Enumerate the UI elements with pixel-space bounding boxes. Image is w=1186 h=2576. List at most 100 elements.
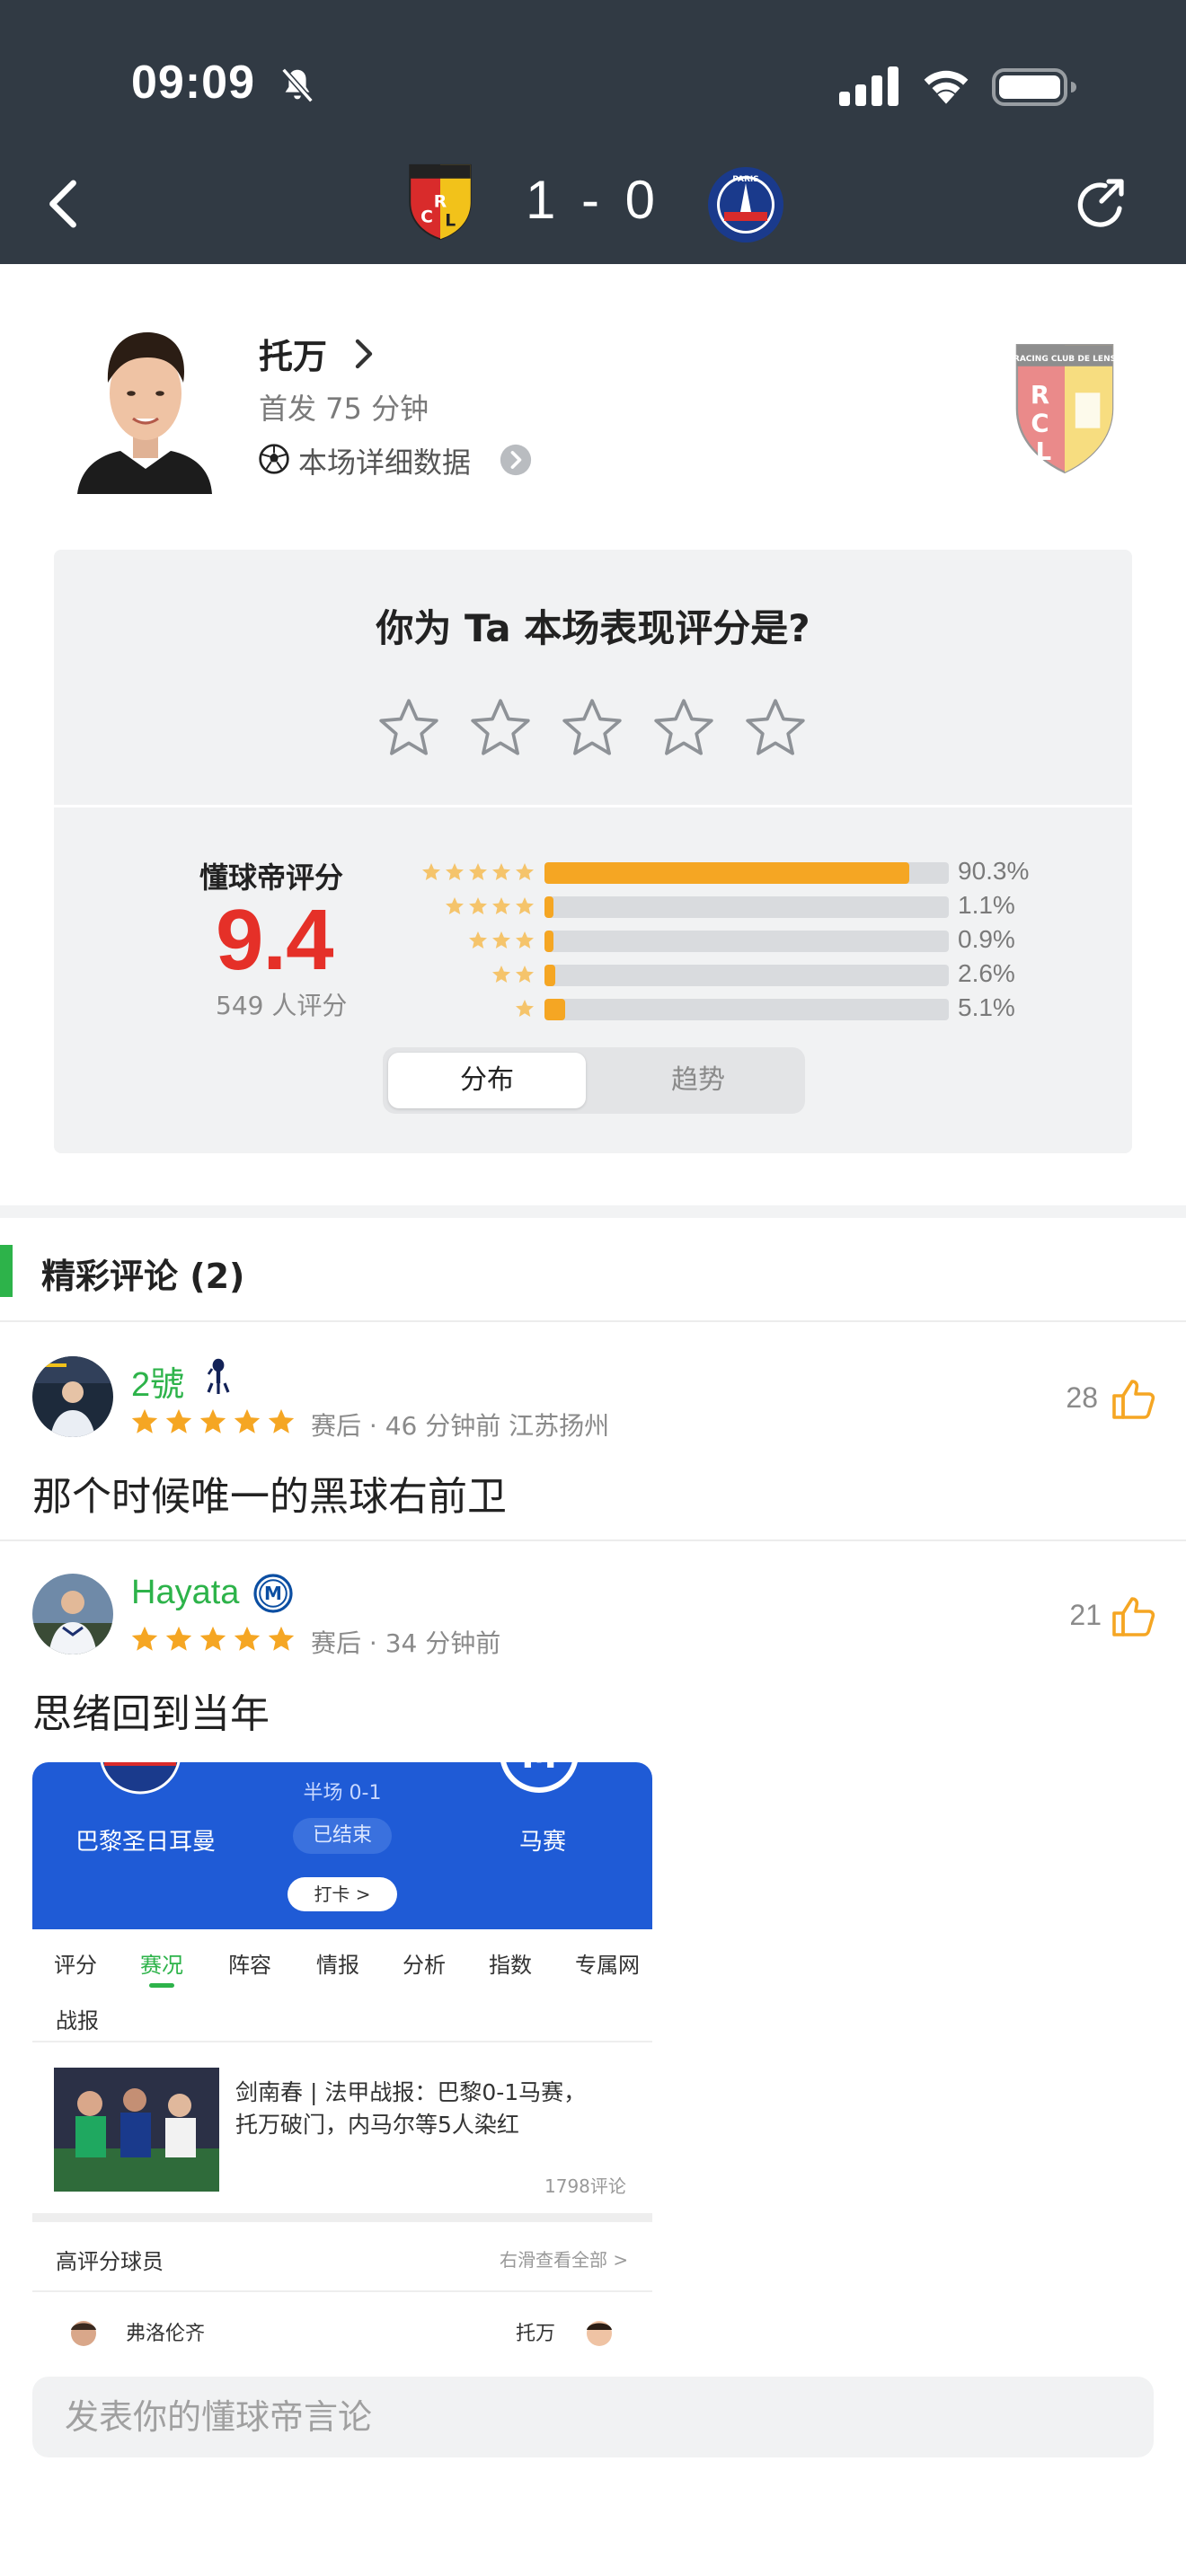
distribution-percent: 0.9% xyxy=(958,925,1015,953)
comment-username[interactable]: Hayata xyxy=(131,1574,239,1612)
svg-text:C: C xyxy=(1031,410,1049,438)
top-bar: 09:09 R C L 1 - 0 PARIS xyxy=(0,0,1186,264)
distribution-bar-track xyxy=(544,862,949,884)
distribution-stars xyxy=(514,995,535,1022)
comment-image[interactable]: M 半场 0-1 巴黎圣日耳曼 已结束 马赛 打卡 > 评分 赛况 阵容 情报 分析 指数… xyxy=(32,1762,652,2350)
svg-text:PARIS: PARIS xyxy=(732,175,759,184)
comment-text: 那个时候唯一的黑球右前卫 xyxy=(32,1474,507,1520)
back-icon[interactable] xyxy=(45,178,81,230)
rating-question: 你为 Ta 本场表现评分是? xyxy=(376,606,810,650)
star-filled-icon xyxy=(516,966,534,983)
home-team-name: 巴黎圣日耳曼 xyxy=(75,1829,217,1856)
star-filled-icon xyxy=(469,931,487,948)
distribution-bar-track xyxy=(544,999,949,1020)
star-filled-icon xyxy=(446,863,464,880)
rate-star-2-icon[interactable] xyxy=(467,695,534,762)
star-filled-icon xyxy=(234,1626,261,1651)
rate-star-5-icon[interactable] xyxy=(742,695,809,762)
embedded-tab: 赛况 xyxy=(140,1953,183,1978)
comment-avatar[interactable] xyxy=(32,1574,113,1654)
distribution-bar-fill xyxy=(544,862,910,884)
away-team-name: 马赛 xyxy=(519,1829,567,1856)
thumbs-up-icon[interactable] xyxy=(1111,1593,1157,1638)
svg-text:M: M xyxy=(264,1583,282,1604)
divider xyxy=(54,805,1132,807)
svg-text:L: L xyxy=(1036,437,1052,466)
rate-star-4-icon[interactable] xyxy=(651,695,717,762)
top-player-right: 托万 xyxy=(516,2323,556,2345)
psg-crest-icon xyxy=(100,1762,181,1795)
cellular-signal-icon xyxy=(839,66,898,106)
tab-trend[interactable]: 趋势 xyxy=(597,1053,800,1108)
embedded-tab: 阵容 xyxy=(228,1953,271,1978)
high-rated-label: 高评分球员 xyxy=(56,2249,164,2274)
rate-star-1-icon[interactable] xyxy=(376,695,442,762)
chevron-right-icon[interactable] xyxy=(352,338,374,370)
match-score: 1 - 0 xyxy=(525,170,661,230)
wifi-icon xyxy=(924,70,969,104)
marseille-crest-icon: M xyxy=(500,1762,578,1793)
see-all-link: 右滑查看全部 > xyxy=(500,2249,629,2271)
report-label: 战报 xyxy=(56,2008,99,2033)
divider xyxy=(0,1320,1186,1322)
distribution-stars xyxy=(420,859,535,886)
star-filled-icon xyxy=(446,897,464,914)
star-filled-icon xyxy=(469,897,487,914)
star-filled-icon xyxy=(165,1408,192,1434)
svg-text:R: R xyxy=(434,193,447,212)
like-count: 28 xyxy=(1066,1381,1098,1414)
star-filled-icon xyxy=(199,1408,226,1434)
top-player-left: 弗洛伦齐 xyxy=(126,2323,206,2345)
halftime-score: 半场 0-1 xyxy=(303,1782,382,1804)
distribution-row: 5.1% xyxy=(415,993,1044,1022)
embedded-tab: 分析 xyxy=(403,1953,446,1978)
embedded-tab: 专属网 xyxy=(575,1953,640,1978)
thumbs-up-icon[interactable] xyxy=(1111,1376,1157,1421)
divider xyxy=(32,2213,652,2222)
star-filled-icon xyxy=(422,863,440,880)
embedded-tab: 评分 xyxy=(54,1953,97,1978)
svg-text:RACING CLUB DE LENS: RACING CLUB DE LENS xyxy=(1013,355,1116,364)
star-filled-icon xyxy=(131,1626,158,1651)
star-filled-icon xyxy=(268,1408,295,1434)
player-minutes: 首发 75 分钟 xyxy=(259,392,429,426)
star-filled-icon xyxy=(516,931,534,948)
embedded-tab: 指数 xyxy=(489,1953,532,1978)
home-team-crest-icon[interactable]: R C L xyxy=(406,162,474,243)
comments-section-title: 精彩评论 (2) xyxy=(41,1257,245,1296)
distribution-percent: 1.1% xyxy=(958,891,1015,919)
distribution-row: 90.3% xyxy=(415,857,1044,886)
comment-username[interactable]: 2號 xyxy=(131,1356,184,1406)
section-separator xyxy=(0,1205,1186,1218)
divider xyxy=(32,2041,652,2042)
distribution-stars xyxy=(467,927,535,954)
distribution-bar-fill xyxy=(544,999,565,1020)
distribution-row: 0.9% xyxy=(415,925,1044,954)
comment-avatar[interactable] xyxy=(32,1356,113,1437)
battery-icon xyxy=(992,68,1076,106)
distribution-bar-track xyxy=(544,896,949,918)
tab-distribution[interactable]: 分布 xyxy=(388,1053,586,1108)
news-comment-count: 1798评论 xyxy=(544,2175,626,2197)
match-status: 已结束 xyxy=(293,1818,392,1854)
star-filled-icon xyxy=(492,863,510,880)
star-filled-icon xyxy=(268,1626,295,1651)
average-rating: 9.4 xyxy=(216,892,333,988)
star-filled-icon xyxy=(131,1408,158,1434)
news-title-line-2: 托万破门，内马尔等5人染红 xyxy=(235,2112,519,2138)
star-filled-icon xyxy=(516,897,534,914)
star-filled-icon xyxy=(492,966,510,983)
away-team-crest-icon[interactable]: PARIS xyxy=(706,165,785,244)
comment-meta: 赛后 · 46 分钟前 江苏扬州 xyxy=(311,1411,610,1441)
player-avatar xyxy=(77,332,212,494)
star-filled-icon xyxy=(492,931,510,948)
share-icon[interactable] xyxy=(1071,176,1128,234)
match-detail-link[interactable]: 本场详细数据 xyxy=(298,440,471,481)
star-filled-icon xyxy=(234,1408,261,1434)
comment-input[interactable] xyxy=(32,2377,1154,2457)
comment-rating xyxy=(129,1624,296,1654)
rate-star-3-icon[interactable] xyxy=(559,695,625,762)
player-name[interactable]: 托万 xyxy=(259,329,327,378)
section-accent-bar xyxy=(0,1245,13,1297)
arrow-circle-icon[interactable] xyxy=(500,444,532,476)
